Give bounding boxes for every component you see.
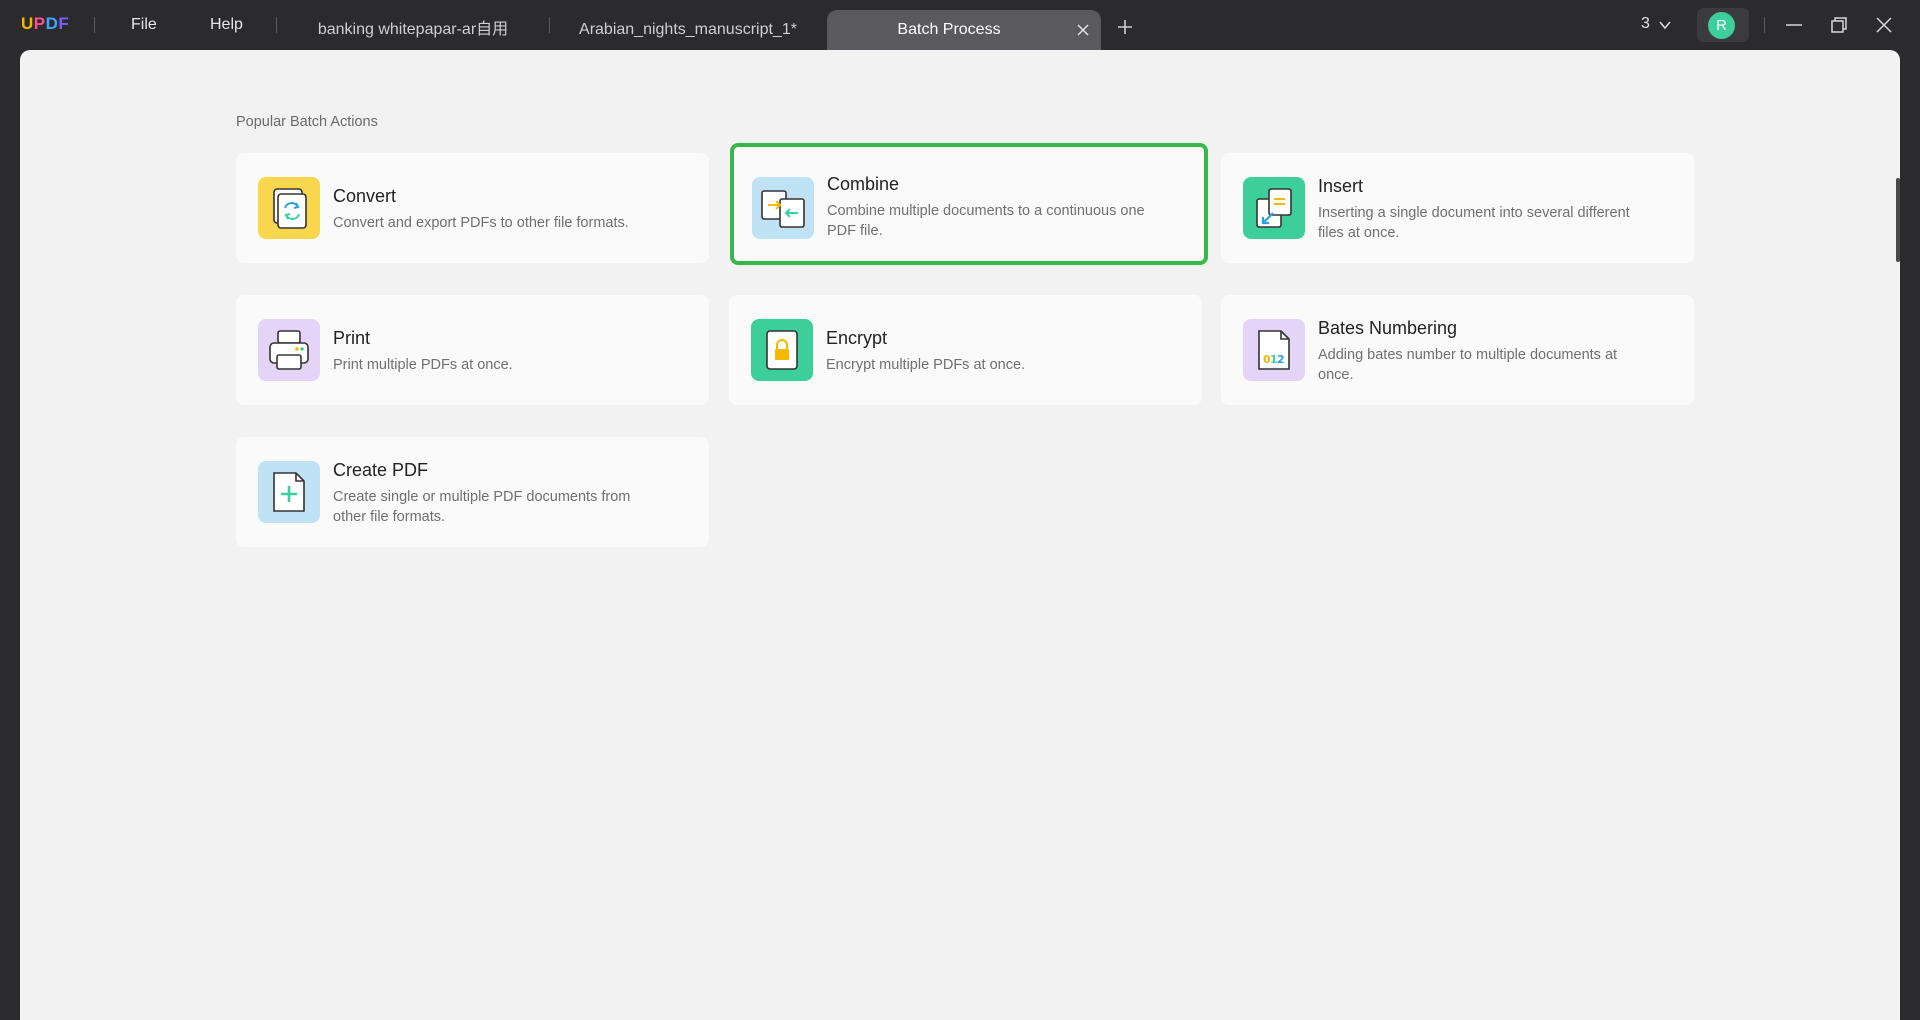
action-card-convert[interactable]: Convert Convert and export PDFs to other…: [236, 153, 709, 263]
card-title: Insert: [1318, 176, 1364, 196]
close-tab-icon[interactable]: [1075, 22, 1091, 38]
tab-label: Batch Process: [897, 21, 1001, 38]
lock-icon: [751, 319, 813, 381]
insert-icon: [1243, 177, 1305, 239]
create-pdf-icon: [258, 461, 320, 523]
action-card-combine[interactable]: Combine Combine multiple documents to a …: [730, 143, 1208, 265]
divider: [549, 17, 550, 33]
card-description: Adding bates number to multiple document…: [1318, 347, 1618, 383]
card-description: Combine multiple documents to a continuo…: [827, 203, 1145, 239]
tab-batch-process[interactable]: Batch Process: [827, 10, 1101, 50]
tab-arabian-nights[interactable]: Arabian_nights_manuscript_1*: [556, 10, 820, 50]
card-description: Encrypt multiple PDFs at once.: [826, 357, 1026, 373]
title-bar: UPDF File Help banking whitepapar-ar自用 A…: [0, 0, 1920, 50]
divider: [94, 17, 95, 33]
batch-process-panel: Popular Batch Actions Convert Convert an…: [20, 50, 1900, 1020]
card-description: Convert and export PDFs to other file fo…: [333, 215, 629, 231]
new-tab-plus-icon[interactable]: [1117, 19, 1133, 35]
updf-logo[interactable]: UPDF: [21, 14, 69, 34]
card-title: Print: [333, 328, 371, 348]
combine-icon: [752, 177, 814, 239]
menu-file[interactable]: File: [131, 16, 157, 34]
card-title: Combine: [827, 174, 900, 194]
action-card-create-pdf[interactable]: Create PDF Create single or multiple PDF…: [236, 437, 709, 547]
print-icon: [258, 319, 320, 381]
convert-icon: [258, 177, 320, 239]
card-description: Inserting a single document into several…: [1318, 205, 1630, 241]
close-window-icon[interactable]: [1874, 15, 1894, 35]
menu-help[interactable]: Help: [210, 16, 243, 34]
card-title: Bates Numbering: [1318, 318, 1458, 338]
card-description: Print multiple PDFs at once.: [333, 357, 513, 373]
tab-label: banking whitepapar-ar自用: [317, 21, 509, 38]
card-title: Encrypt: [826, 328, 888, 348]
card-description: Create single or multiple PDF documents …: [333, 489, 631, 525]
tab-banking-whitepaper[interactable]: banking whitepapar-ar自用: [282, 10, 544, 50]
divider: [1764, 17, 1765, 33]
chevron-down-icon[interactable]: [1658, 19, 1672, 31]
action-card-insert[interactable]: Insert Inserting a single document into …: [1221, 153, 1694, 263]
action-card-bates-numbering[interactable]: 0 1 2 Bates Numbering Adding bates numbe…: [1221, 295, 1694, 405]
minimize-icon[interactable]: [1784, 15, 1804, 35]
tab-label: Arabian_nights_manuscript_1*: [579, 21, 797, 38]
section-title: Popular Batch Actions: [236, 114, 378, 130]
restore-icon[interactable]: [1829, 15, 1849, 35]
avatar: R: [1708, 12, 1735, 39]
card-title: Create PDF: [333, 460, 429, 480]
action-card-print[interactable]: Print Print multiple PDFs at once.: [236, 295, 709, 405]
card-title: Convert: [333, 186, 397, 206]
bates-numbering-icon: 0 1 2: [1243, 319, 1305, 381]
svg-text:2: 2: [1277, 353, 1285, 366]
account-button[interactable]: R: [1697, 8, 1749, 42]
action-card-encrypt[interactable]: Encrypt Encrypt multiple PDFs at once.: [729, 295, 1202, 405]
scrollbar[interactable]: [1896, 178, 1900, 262]
divider: [276, 17, 277, 33]
document-count[interactable]: 3: [1641, 15, 1650, 33]
